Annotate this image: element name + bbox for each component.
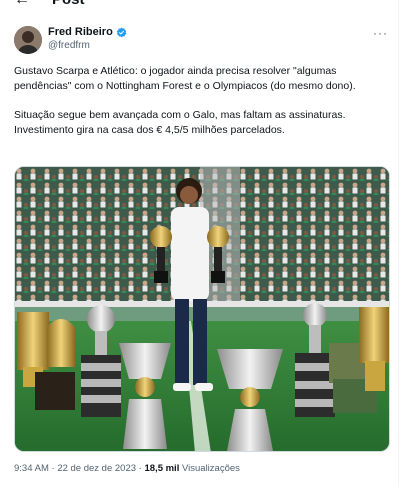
more-options-icon[interactable]: ··· <box>373 26 388 40</box>
views-count: 18,5 mil <box>144 463 180 474</box>
views-label: Visualizações <box>181 463 240 474</box>
tweet-meta: 9:34 AM · 22 de dez de 2023 · 18,5 mil V… <box>14 463 240 474</box>
author-display-name[interactable]: Fred Ribeiro <box>48 26 113 38</box>
verified-badge-icon <box>116 27 127 37</box>
avatar[interactable] <box>14 26 42 54</box>
tweet-paragraph-2: Situação segue bem avançada com o Galo, … <box>14 109 346 136</box>
column-divider <box>398 0 399 485</box>
tweet-time[interactable]: 9:34 AM <box>14 463 49 474</box>
tweet-header: Fred Ribeiro @fredfrm ··· <box>14 24 394 56</box>
arrow-left-icon[interactable]: ← <box>14 0 30 8</box>
photo-illustration <box>15 167 389 451</box>
tweet-date[interactable]: 22 de dez de 2023 <box>57 463 136 474</box>
author-name-row: Fred Ribeiro <box>48 26 127 38</box>
page-title: Post <box>52 0 85 8</box>
author-handle[interactable]: @fredfrm <box>48 40 90 51</box>
tweet-photo[interactable] <box>14 166 390 452</box>
tweet-text: Gustavo Scarpa e Atlético: o jogador ain… <box>14 64 392 152</box>
top-bar: ← Post <box>0 0 403 12</box>
tweet-paragraph-1: Gustavo Scarpa e Atlético: o jogador ain… <box>14 65 356 92</box>
